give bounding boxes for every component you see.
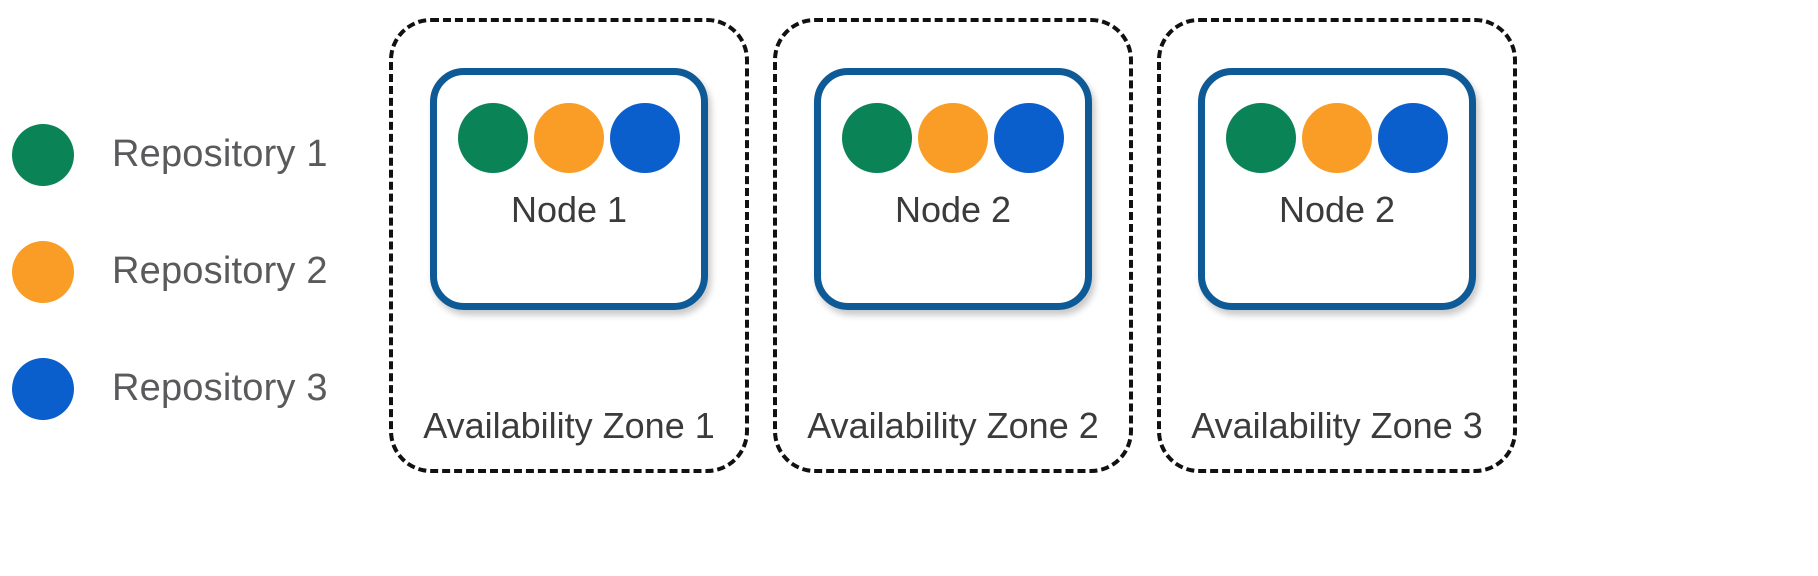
repository-2-circle-icon bbox=[918, 103, 988, 173]
legend-item-label: Repository 1 bbox=[112, 133, 328, 175]
availability-zone-diagram: Repository 1 Repository 2 Repository 3 N… bbox=[0, 0, 1818, 576]
availability-zone-3: Node 2 Availability Zone 3 bbox=[1157, 18, 1517, 473]
node-repository-dots bbox=[842, 103, 1064, 173]
legend: Repository 1 Repository 2 Repository 3 bbox=[8, 96, 368, 447]
node-label: Node 1 bbox=[510, 189, 628, 230]
node-card: Node 2 bbox=[1198, 68, 1476, 310]
node-card: Node 2 bbox=[814, 68, 1092, 310]
legend-item-label: Repository 3 bbox=[112, 367, 328, 409]
repository-1-circle-icon bbox=[1226, 103, 1296, 173]
availability-zone-1: Node 1 Availability Zone 1 bbox=[389, 18, 749, 473]
repository-2-circle-icon bbox=[1302, 103, 1372, 173]
repository-1-circle-icon bbox=[842, 103, 912, 173]
legend-item-repository-3: Repository 3 bbox=[8, 330, 368, 447]
repository-3-circle-icon bbox=[12, 357, 74, 420]
node-card: Node 1 bbox=[430, 68, 708, 310]
availability-zone-label: Availability Zone 3 bbox=[1191, 405, 1483, 446]
node-label: Node 2 bbox=[1278, 189, 1396, 230]
node-repository-dots bbox=[1226, 103, 1448, 173]
availability-zone-label: Availability Zone 2 bbox=[807, 405, 1099, 446]
availability-zone-2: Node 2 Availability Zone 2 bbox=[773, 18, 1133, 473]
availability-zones-group: Node 1 Availability Zone 1 Node 2 Availa… bbox=[389, 18, 1517, 473]
repository-3-circle-icon bbox=[994, 103, 1064, 173]
repository-2-circle-icon bbox=[12, 240, 74, 303]
availability-zone-label: Availability Zone 1 bbox=[423, 405, 715, 446]
repository-3-circle-icon bbox=[1378, 103, 1448, 173]
legend-item-repository-1: Repository 1 bbox=[8, 96, 368, 213]
node-repository-dots bbox=[458, 103, 680, 173]
repository-1-circle-icon bbox=[458, 103, 528, 173]
node-label: Node 2 bbox=[894, 189, 1012, 230]
legend-item-repository-2: Repository 2 bbox=[8, 213, 368, 330]
repository-2-circle-icon bbox=[534, 103, 604, 173]
legend-item-label: Repository 2 bbox=[112, 250, 328, 292]
repository-1-circle-icon bbox=[12, 123, 74, 186]
repository-3-circle-icon bbox=[610, 103, 680, 173]
